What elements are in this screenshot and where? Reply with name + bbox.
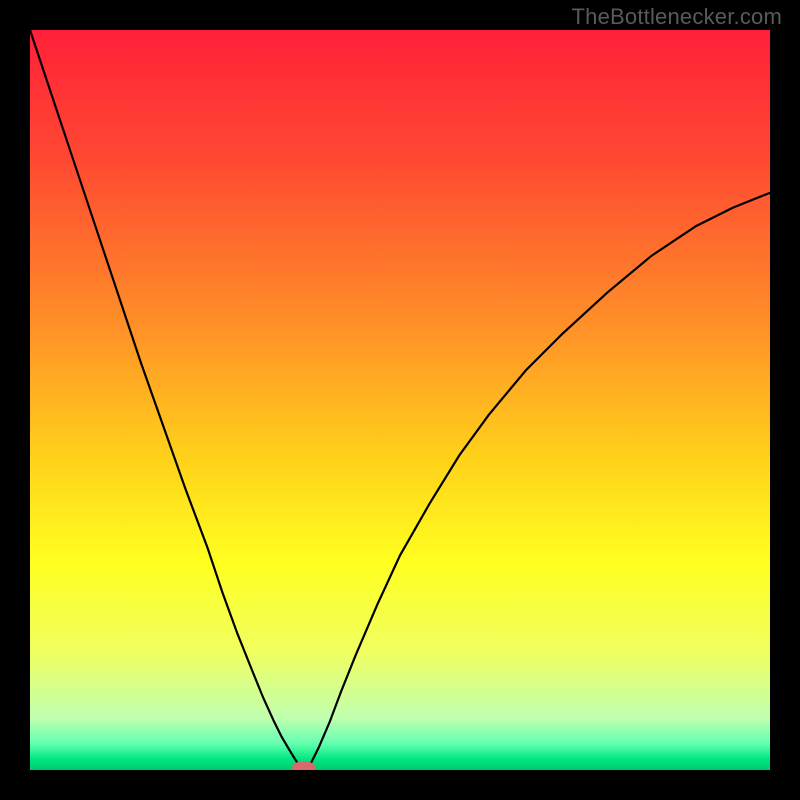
watermark-text: TheBottlenecker.com — [572, 4, 782, 30]
chart-frame — [30, 30, 770, 770]
bottleneck-chart — [30, 30, 770, 770]
gradient-background — [30, 30, 770, 770]
